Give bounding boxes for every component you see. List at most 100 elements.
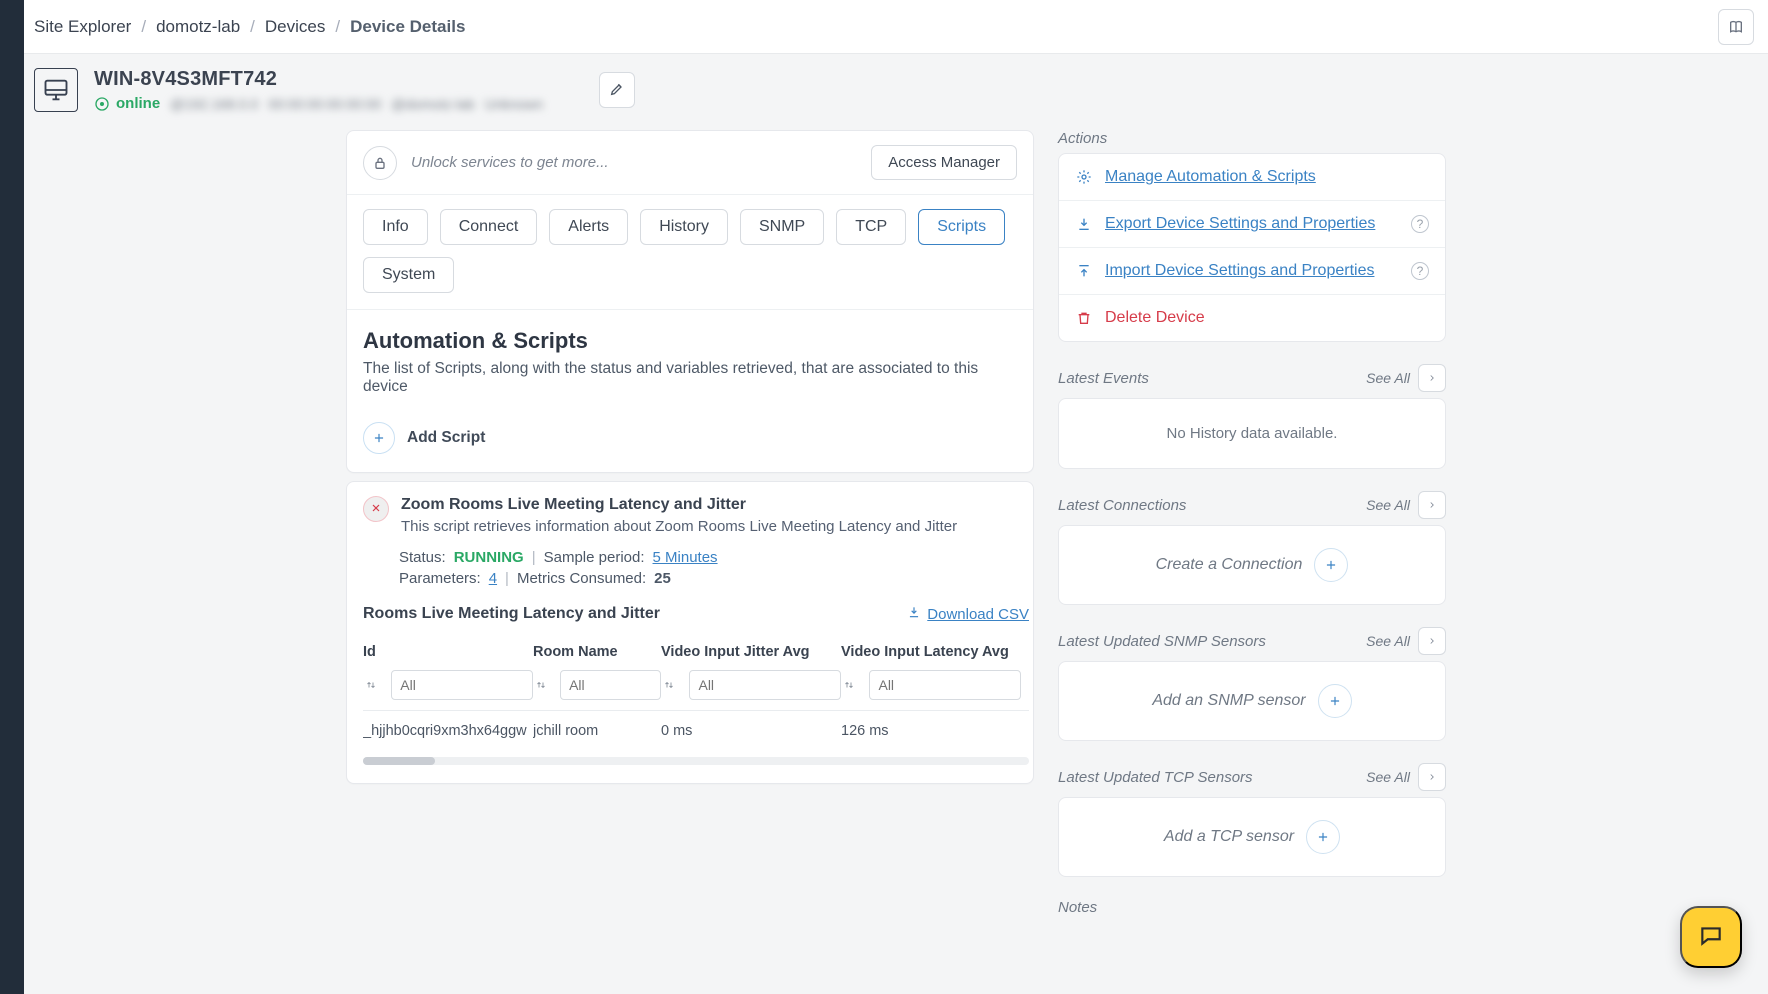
status-value: RUNNING xyxy=(454,549,524,566)
action-delete[interactable]: Delete Device xyxy=(1059,295,1445,341)
help-icon[interactable]: ? xyxy=(1411,215,1429,233)
device-extra-blur: Unknown xyxy=(485,96,543,112)
remove-script-button[interactable] xyxy=(363,496,389,522)
create-connection-row[interactable]: Create a Connection xyxy=(1059,526,1445,604)
script-card: Zoom Rooms Live Meeting Latency and Jitt… xyxy=(346,481,1034,784)
book-icon xyxy=(1727,18,1745,36)
download-csv-link[interactable]: Download CSV xyxy=(907,605,1029,623)
sort-icon[interactable] xyxy=(841,675,857,695)
tab-tcp[interactable]: TCP xyxy=(836,209,906,245)
access-manager-button[interactable]: Access Manager xyxy=(871,145,1017,180)
breadcrumb-devices[interactable]: Devices xyxy=(265,17,325,37)
params-label: Parameters: xyxy=(399,570,481,587)
col-latency[interactable]: Video Input Latency Avg xyxy=(841,644,1021,660)
trash-icon xyxy=(1075,309,1093,327)
see-all-events[interactable]: See All xyxy=(1366,370,1410,386)
add-script-row[interactable]: Add Script xyxy=(347,414,1033,472)
table-title: Rooms Live Meeting Latency and Jitter xyxy=(363,605,895,623)
chat-fab[interactable] xyxy=(1680,906,1742,968)
snmp-see-all-button[interactable] xyxy=(1418,627,1446,655)
tab-alerts[interactable]: Alerts xyxy=(549,209,628,245)
section-description: The list of Scripts, along with the stat… xyxy=(363,360,1017,396)
device-type-icon xyxy=(34,68,78,112)
device-mac-blur: 00:00:00:00:00:00 xyxy=(268,96,381,112)
connections-see-all-button[interactable] xyxy=(1418,491,1446,519)
device-tabs: Info Connect Alerts History SNMP TCP Scr… xyxy=(347,195,1033,310)
see-all-snmp[interactable]: See All xyxy=(1366,633,1410,649)
tab-connect[interactable]: Connect xyxy=(440,209,538,245)
status-label: Status: xyxy=(399,549,446,566)
sort-icon[interactable] xyxy=(533,675,548,695)
tab-info[interactable]: Info xyxy=(363,209,428,245)
filter-id[interactable] xyxy=(391,670,533,700)
device-ip-blur: @192.168.0.0 xyxy=(170,96,258,112)
breadcrumb-domotz-lab[interactable]: domotz-lab xyxy=(156,17,240,37)
action-export[interactable]: Export Device Settings and Properties ? xyxy=(1059,201,1445,248)
breadcrumb-sep: / xyxy=(250,17,255,37)
side-title-connections: Latest Connections xyxy=(1058,497,1186,514)
device-site-blur: @domotz-lab xyxy=(391,96,474,112)
section-title: Automation & Scripts xyxy=(363,328,1017,354)
action-delete-label: Delete Device xyxy=(1105,309,1205,327)
action-manage[interactable]: Manage Automation & Scripts xyxy=(1059,154,1445,201)
tab-scripts[interactable]: Scripts xyxy=(918,209,1005,245)
sample-label: Sample period: xyxy=(544,549,645,566)
docs-button[interactable] xyxy=(1718,9,1754,45)
help-icon[interactable]: ? xyxy=(1411,262,1429,280)
lock-icon xyxy=(363,146,397,180)
plus-icon xyxy=(1306,820,1340,854)
filter-room[interactable] xyxy=(560,670,661,700)
filter-latency[interactable] xyxy=(869,670,1021,700)
tab-system[interactable]: System xyxy=(363,257,454,293)
pencil-icon xyxy=(609,81,625,100)
action-export-link[interactable]: Export Device Settings and Properties xyxy=(1105,215,1375,233)
script-meta: Status: RUNNING | Sample period: 5 Minut… xyxy=(347,543,1033,570)
tab-snmp[interactable]: SNMP xyxy=(740,209,824,245)
device-name: WIN-8V4S3MFT742 xyxy=(94,68,543,91)
edit-device-button[interactable] xyxy=(599,72,635,108)
see-all-connections[interactable]: See All xyxy=(1366,497,1410,513)
cell-jitter: 0 ms xyxy=(661,723,841,739)
left-nav-rail[interactable] xyxy=(0,0,24,994)
add-snmp-row[interactable]: Add an SNMP sensor xyxy=(1059,662,1445,740)
upload-icon xyxy=(1075,262,1093,280)
tab-history[interactable]: History xyxy=(640,209,728,245)
add-tcp-row[interactable]: Add a TCP sensor xyxy=(1059,798,1445,876)
cell-id: _hjjhb0cqri9xm3hx64ggw xyxy=(363,723,533,739)
close-icon xyxy=(370,502,382,517)
scripts-section: Automation & Scripts The list of Scripts… xyxy=(347,310,1033,414)
unlock-text: Unlock services to get more... xyxy=(411,154,857,171)
events-see-all-button[interactable] xyxy=(1418,364,1446,392)
sort-icon[interactable] xyxy=(363,675,379,695)
cell-latency: 126 ms xyxy=(841,723,1021,739)
download-icon xyxy=(1075,215,1093,233)
plus-icon xyxy=(1318,684,1352,718)
plus-icon xyxy=(1314,548,1348,582)
filter-jitter[interactable] xyxy=(689,670,841,700)
col-id[interactable]: Id xyxy=(363,644,533,660)
table-row: _hjjhb0cqri9xm3hx64ggw jchill room 0 ms … xyxy=(363,711,1029,751)
see-all-tcp[interactable]: See All xyxy=(1366,769,1410,785)
col-jitter[interactable]: Video Input Jitter Avg xyxy=(661,644,841,660)
breadcrumb-site-explorer[interactable]: Site Explorer xyxy=(34,17,131,37)
sample-period-link[interactable]: 5 Minutes xyxy=(653,549,718,566)
side-title-actions: Actions xyxy=(1058,130,1446,147)
col-room-name[interactable]: Room Name xyxy=(533,644,661,660)
action-manage-link[interactable]: Manage Automation & Scripts xyxy=(1105,168,1316,186)
actions-panel: Manage Automation & Scripts Export Devic… xyxy=(1058,153,1446,342)
script-title: Zoom Rooms Live Meeting Latency and Jitt… xyxy=(401,496,957,514)
params-link[interactable]: 4 xyxy=(489,570,497,587)
metrics-label: Metrics Consumed: xyxy=(517,570,646,587)
action-import[interactable]: Import Device Settings and Properties ? xyxy=(1059,248,1445,295)
add-tcp-label: Add a TCP sensor xyxy=(1164,828,1294,846)
metrics-value: 25 xyxy=(654,570,671,587)
unlock-bar: Unlock services to get more... Access Ma… xyxy=(347,131,1033,195)
events-empty: No History data available. xyxy=(1059,399,1445,468)
breadcrumb-bar: Site Explorer / domotz-lab / Devices / D… xyxy=(24,0,1768,54)
table-horizontal-scrollbar[interactable] xyxy=(363,757,1029,765)
action-import-link[interactable]: Import Device Settings and Properties xyxy=(1105,262,1374,280)
sort-icon[interactable] xyxy=(661,675,677,695)
tcp-see-all-button[interactable] xyxy=(1418,763,1446,791)
script-meta-2: Parameters: 4 | Metrics Consumed: 25 xyxy=(347,570,1033,591)
status-label: online xyxy=(116,95,160,112)
